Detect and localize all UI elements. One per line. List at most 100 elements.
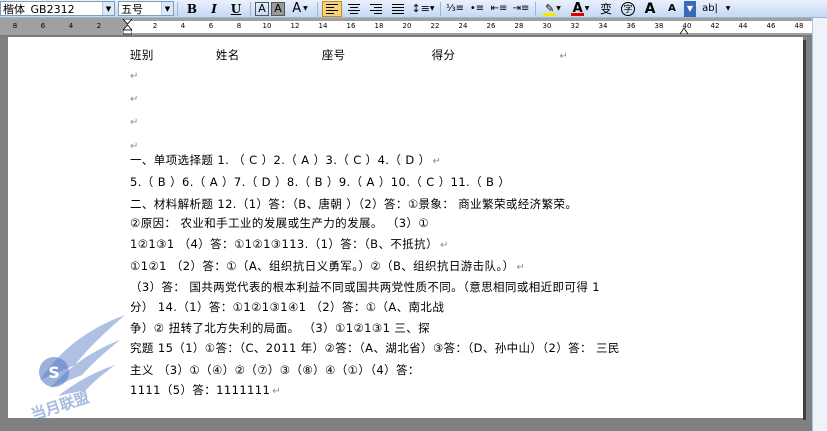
paragraph-mark: ↵ <box>272 386 281 397</box>
italic-button[interactable]: I <box>204 1 224 17</box>
enclose-characters-button[interactable]: 字 <box>618 1 638 17</box>
increase-indent-icon: ⇥≡ <box>512 3 530 14</box>
ruler-tick-label: 38 <box>654 22 664 30</box>
character-scale-button[interactable]: A ▼ <box>287 1 313 17</box>
character-scale-label: A <box>292 1 302 16</box>
align-left-button[interactable] <box>322 0 342 17</box>
chevron-down-icon[interactable]: ▼ <box>161 2 173 15</box>
toolbar-overflow-button[interactable]: ▼ <box>724 1 732 17</box>
ruler-tick-label: 32 <box>570 22 580 30</box>
line-spacing-button[interactable]: ↕≡ ▼ <box>410 1 436 17</box>
text-line: （3）答： 国共两党代表的根本利益不同或国共两党性质不同。（意思相同或相近即可得… <box>130 280 600 294</box>
ruler-tick-label: 42 <box>710 22 720 30</box>
paragraph-mark: ↵ <box>130 141 139 152</box>
numbering-button[interactable]: ⅓≡ <box>445 1 465 17</box>
ruler-tick-label: 18 <box>374 22 384 30</box>
decrease-indent-button[interactable]: ⇤≡ <box>489 1 509 17</box>
page-shadow <box>803 40 806 420</box>
phonetic-guide-button[interactable]: 变 <box>596 1 616 17</box>
ruler-tick-label: 26 <box>486 22 496 30</box>
paragraph-mark: ↵ <box>130 117 139 128</box>
class-label: 班别 <box>130 48 154 62</box>
indent-marker-icon[interactable] <box>123 19 132 35</box>
ruler-tick-label: 6 <box>208 22 214 30</box>
ruler-tick-label: 16 <box>346 22 356 30</box>
align-center-button[interactable] <box>344 1 364 17</box>
toolbar-separator <box>440 1 441 16</box>
text-line: ②原因： 农业和手工业的发展或生产力的发展。 （3）① <box>130 216 430 230</box>
ruler-tick-label: 20 <box>402 22 412 30</box>
chevron-down-icon: ▼ <box>429 5 435 12</box>
ruler-tick-label: 36 <box>626 22 636 30</box>
text-line: 争）② 扭转了北方失利的局面。 （3）①1②1③1 三、探 <box>130 321 431 335</box>
align-right-button[interactable] <box>366 1 386 17</box>
chevron-down-icon[interactable]: ▼ <box>102 2 114 15</box>
underline-button[interactable]: U <box>226 1 246 17</box>
ruler-tick-label: 46 <box>766 22 776 30</box>
chevron-down-icon: ▼ <box>686 4 694 13</box>
bullets-button[interactable]: •≡ <box>467 1 487 17</box>
toolbar-options-button[interactable]: ▼ <box>684 0 696 17</box>
text-line: ①1②1 （2）答：①（A、组织抗日义勇军。）②（B、组织抗日游击队。） ↵ <box>130 259 526 273</box>
chevron-down-icon: ▼ <box>556 5 561 12</box>
ruler-tick-label: 28 <box>514 22 524 30</box>
ruler-tick-label: 8 <box>236 22 242 30</box>
bulleted-list-icon: •≡ <box>469 3 485 14</box>
font-name-value: 楷体_GB2312 <box>3 2 75 16</box>
text-line: 1111（5）答：1111111 ↵ <box>130 383 281 397</box>
seat-label: 座号 <box>321 48 346 62</box>
shrink-font-button[interactable]: A <box>662 1 682 17</box>
ruler-tick-label: 4 <box>68 22 74 30</box>
increase-indent-button[interactable]: ⇥≡ <box>511 1 531 17</box>
ruler-tick-label: 48 <box>794 22 804 30</box>
bold-button[interactable]: B <box>182 1 202 17</box>
vertical-scrollbar[interactable] <box>812 18 827 431</box>
character-border-button[interactable]: A <box>255 1 269 16</box>
toolbar-separator <box>317 1 318 16</box>
paragraph-mark: ↵ <box>130 71 139 82</box>
line-spacing-icon: ↕≡ <box>411 2 430 15</box>
character-shading-button[interactable]: A <box>271 1 285 16</box>
numbered-list-icon: ⅓≡ <box>445 3 465 14</box>
align-center-icon <box>348 3 360 14</box>
ruler-tick-label: 12 <box>290 22 300 30</box>
ruler-tick-label: 44 <box>738 22 748 30</box>
toolbar-separator <box>250 1 251 16</box>
enclose-characters-label: 字 <box>621 1 635 16</box>
font-size-combo[interactable]: 五号 ▼ <box>118 1 174 16</box>
text-line: 究题 15（1）①答：（C、2011 年）②答：（A、湖北省）③答：（D、孙中山… <box>130 341 620 355</box>
grow-font-button[interactable]: A <box>640 1 660 17</box>
paragraph-mark: ↵ <box>432 156 442 167</box>
paragraph-mark: ↵ <box>516 262 526 273</box>
toolbar-separator <box>535 1 536 16</box>
align-left-icon <box>326 3 338 14</box>
svg-text:S: S <box>48 363 60 382</box>
text-line: 二、材料解析题 12.（1）答：（B、唐朝 ）（2）答：①景象： 商业繁荣或经济… <box>130 197 578 211</box>
font-color-button[interactable]: A ▼ <box>568 1 594 17</box>
ruler-tick-label: 10 <box>262 22 272 30</box>
header-line: 班别 姓名 座号 得分 ↵ <box>130 47 568 63</box>
ruler-tick-label: 14 <box>318 22 328 30</box>
horizontal-ruler[interactable]: 8 6 4 2 2 4 6 8 10 12 14 16 18 20 22 24 26 28 30 32 34 36 38 40… <box>0 18 827 36</box>
text-line: 5.（ B ）6.（ A ）7.（ D ）8.（ B ）9.（ A ）10.（ … <box>130 175 511 189</box>
paragraph-mark: ↵ <box>559 51 569 62</box>
text-box-button[interactable]: ab| <box>698 1 722 17</box>
text-line: 1②1③1 （4）答：①1②1③113.（1）答：（B、不抵抗） ↵ <box>130 237 449 251</box>
ruler-tick-label: 4 <box>180 22 186 30</box>
ruler-tick-label: 34 <box>598 22 608 30</box>
text-line: 主义 （3）①（④）②（⑦）③（⑧）④（①）（4）答： <box>130 363 420 377</box>
align-right-icon <box>370 3 382 14</box>
ruler-tick-label: 40 <box>682 22 692 30</box>
score-label: 得分 <box>431 48 456 62</box>
font-name-combo[interactable]: 楷体_GB2312 ▼ <box>0 1 115 16</box>
justify-icon <box>392 3 404 14</box>
chevron-down-icon: ▼ <box>584 5 590 12</box>
chevron-down-icon: ▼ <box>303 5 308 12</box>
highlight-button[interactable]: ✎ ▼ <box>540 1 566 17</box>
justify-button[interactable] <box>388 1 408 17</box>
decrease-indent-icon: ⇤≡ <box>490 3 508 14</box>
ruler-tick-label: 2 <box>96 22 102 30</box>
ruler-tick-label: 6 <box>40 22 46 30</box>
ruler-tick-label: 22 <box>430 22 440 30</box>
font-color-bar <box>571 12 584 16</box>
